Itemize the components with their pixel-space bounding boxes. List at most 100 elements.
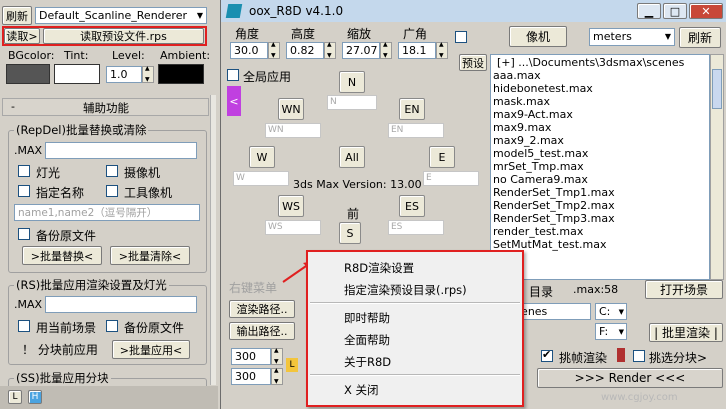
list-item[interactable]: RenderSet_Tmp2.max <box>491 199 709 212</box>
nav-es-field[interactable]: ES <box>388 220 444 235</box>
list-item[interactable]: mask.max <box>491 95 709 108</box>
maximize-button[interactable]: □ <box>663 3 687 19</box>
camera-checkbox[interactable] <box>106 165 118 177</box>
level-spinner[interactable] <box>142 65 154 83</box>
wide-input[interactable]: 18.1 <box>398 42 436 59</box>
aux-header[interactable]: - 辅助功能 <box>2 98 209 116</box>
camera-button[interactable]: 像机 <box>509 26 567 47</box>
collapse-left-button[interactable]: < <box>227 86 241 116</box>
wide-spinner[interactable] <box>436 41 448 59</box>
rs-backup-checkbox[interactable] <box>106 320 118 332</box>
renderer-dropdown[interactable]: Default_Scanline_Renderer ▼ <box>35 7 207 24</box>
frame-render-checkbox[interactable]: ✔ <box>541 348 553 362</box>
angle-spinner[interactable] <box>268 41 280 59</box>
render-path-button[interactable]: 渲染路径.. <box>229 300 295 318</box>
zoom-input[interactable]: 27.07 <box>342 42 380 59</box>
frame-to-input[interactable]: 300 <box>231 368 271 385</box>
nav-n-button[interactable]: N <box>339 71 365 93</box>
name-list-input[interactable]: name1,name2（逗号隔开） <box>14 204 200 221</box>
list-item[interactable]: render_test.max <box>491 225 709 238</box>
global-apply-checkbox[interactable] <box>227 69 239 81</box>
level-input[interactable]: 1.0 <box>106 66 142 83</box>
file-list-scrollbar[interactable] <box>710 54 724 280</box>
file-list[interactable]: [+] ...\Documents\3dsmax\scenes aaa.max hi… <box>490 54 710 280</box>
menu-preset-dir[interactable]: 指定渲染预设目录(.rps) <box>344 282 467 298</box>
menu-about[interactable]: 关于R8D <box>344 354 391 370</box>
name-checkbox[interactable] <box>18 185 30 197</box>
output-path-button[interactable]: 输出路径.. <box>229 322 295 340</box>
frame-from-spinner[interactable] <box>271 347 283 365</box>
frame-to-spinner[interactable] <box>271 367 283 385</box>
left-scrollbar[interactable] <box>210 95 216 385</box>
minimize-button[interactable]: ▁ <box>637 3 661 19</box>
title-bar[interactable]: oox_R8D v4.1.0 ▁ □ ✕ <box>221 0 726 22</box>
menu-r8d-settings[interactable]: R8D渲染设置 <box>344 260 414 276</box>
drive-c-dropdown[interactable]: C: ▼ <box>595 303 627 320</box>
batch-clear-button[interactable]: >批量清除< <box>110 246 190 265</box>
list-item[interactable]: model5_test.max <box>491 147 709 160</box>
height-input[interactable]: 0.82 <box>286 42 324 59</box>
list-item[interactable]: no Camera9.max <box>491 173 709 186</box>
list-item[interactable]: hidebonetest.max <box>491 82 709 95</box>
frame-from-input[interactable]: 300 <box>231 348 271 365</box>
tint-swatch[interactable] <box>54 64 100 84</box>
zoom-spinner[interactable] <box>380 41 392 59</box>
nav-n-field[interactable]: N <box>327 95 377 110</box>
list-item[interactable]: RenderSet_Tmp3.max <box>491 212 709 225</box>
nav-wn-field[interactable]: WN <box>265 123 321 138</box>
nav-e-button[interactable]: E <box>429 146 455 168</box>
nav-s-button[interactable]: S <box>339 222 361 244</box>
height-spinner[interactable] <box>324 41 336 59</box>
main-refresh-button[interactable]: 刷新 <box>679 27 721 48</box>
drive-f-dropdown[interactable]: F: ▼ <box>595 323 627 340</box>
load-button[interactable]: 读取> <box>4 28 40 44</box>
angle-input[interactable]: 30.0 <box>230 42 268 59</box>
nav-ws-field[interactable]: WS <box>265 220 321 235</box>
nav-e-field[interactable]: E <box>423 171 479 186</box>
l-toggle-button[interactable]: L <box>8 390 22 404</box>
h-toggle-button[interactable]: H <box>28 390 42 404</box>
list-item[interactable]: mrSet_Tmp.max <box>491 160 709 173</box>
open-scene-button[interactable]: 打开场景 <box>645 280 723 299</box>
bgcolor-swatch[interactable] <box>6 64 50 84</box>
nav-w-field[interactable]: W <box>233 171 289 186</box>
menu-close[interactable]: X 关闭 <box>344 382 379 398</box>
nav-w-button[interactable]: W <box>249 146 275 168</box>
tool-camera-checkbox[interactable] <box>106 185 118 197</box>
nav-en-field[interactable]: EN <box>388 123 444 138</box>
list-item[interactable]: aaa.max <box>491 69 709 82</box>
list-item[interactable]: max9_2.max <box>491 134 709 147</box>
nav-wn-button[interactable]: WN <box>278 98 304 120</box>
units-dropdown[interactable]: meters ▼ <box>589 28 675 46</box>
render-button[interactable]: >>> Render <<< <box>537 368 723 388</box>
pick-block-checkbox[interactable] <box>633 350 645 362</box>
nav-ws-button[interactable]: WS <box>278 195 304 217</box>
batch-replace-button[interactable]: >批量替换< <box>22 246 102 265</box>
nav-all-button[interactable]: All <box>339 146 365 168</box>
close-button[interactable]: ✕ <box>689 3 723 19</box>
scroll-thumb[interactable] <box>712 69 722 109</box>
l-badge[interactable]: L <box>286 358 298 372</box>
ambient-swatch[interactable] <box>158 64 204 84</box>
nav-en-button[interactable]: EN <box>399 98 425 120</box>
repdel-backup-checkbox[interactable] <box>18 228 30 240</box>
list-item[interactable]: max9.max <box>491 121 709 134</box>
no-persp-checkbox[interactable] <box>455 31 467 43</box>
batch-apply-button[interactable]: >批量应用< <box>112 340 190 359</box>
list-item[interactable]: [+] ...\Documents\3dsmax\scenes <box>491 56 709 69</box>
red-indicator <box>617 348 625 362</box>
collapse-minus[interactable]: - <box>11 100 15 113</box>
preset-button[interactable]: 预设 <box>459 54 487 71</box>
list-item[interactable]: RenderSet_Tmp1.max <box>491 186 709 199</box>
list-item[interactable]: max9-Act.max <box>491 108 709 121</box>
left-refresh-button[interactable]: 刷新 <box>2 6 32 25</box>
rs-max-input[interactable] <box>45 296 197 313</box>
menu-instant-help[interactable]: 即时帮助 <box>344 310 390 326</box>
load-preset-button[interactable]: 读取预设文件.rps <box>43 28 204 44</box>
current-scene-checkbox[interactable] <box>18 320 30 332</box>
batch-render-button[interactable]: | 批里渲染 | <box>649 323 723 342</box>
menu-full-help[interactable]: 全面帮助 <box>344 332 390 348</box>
repdel-max-input[interactable] <box>45 142 197 159</box>
nav-es-button[interactable]: ES <box>399 195 425 217</box>
light-checkbox[interactable] <box>18 165 30 177</box>
